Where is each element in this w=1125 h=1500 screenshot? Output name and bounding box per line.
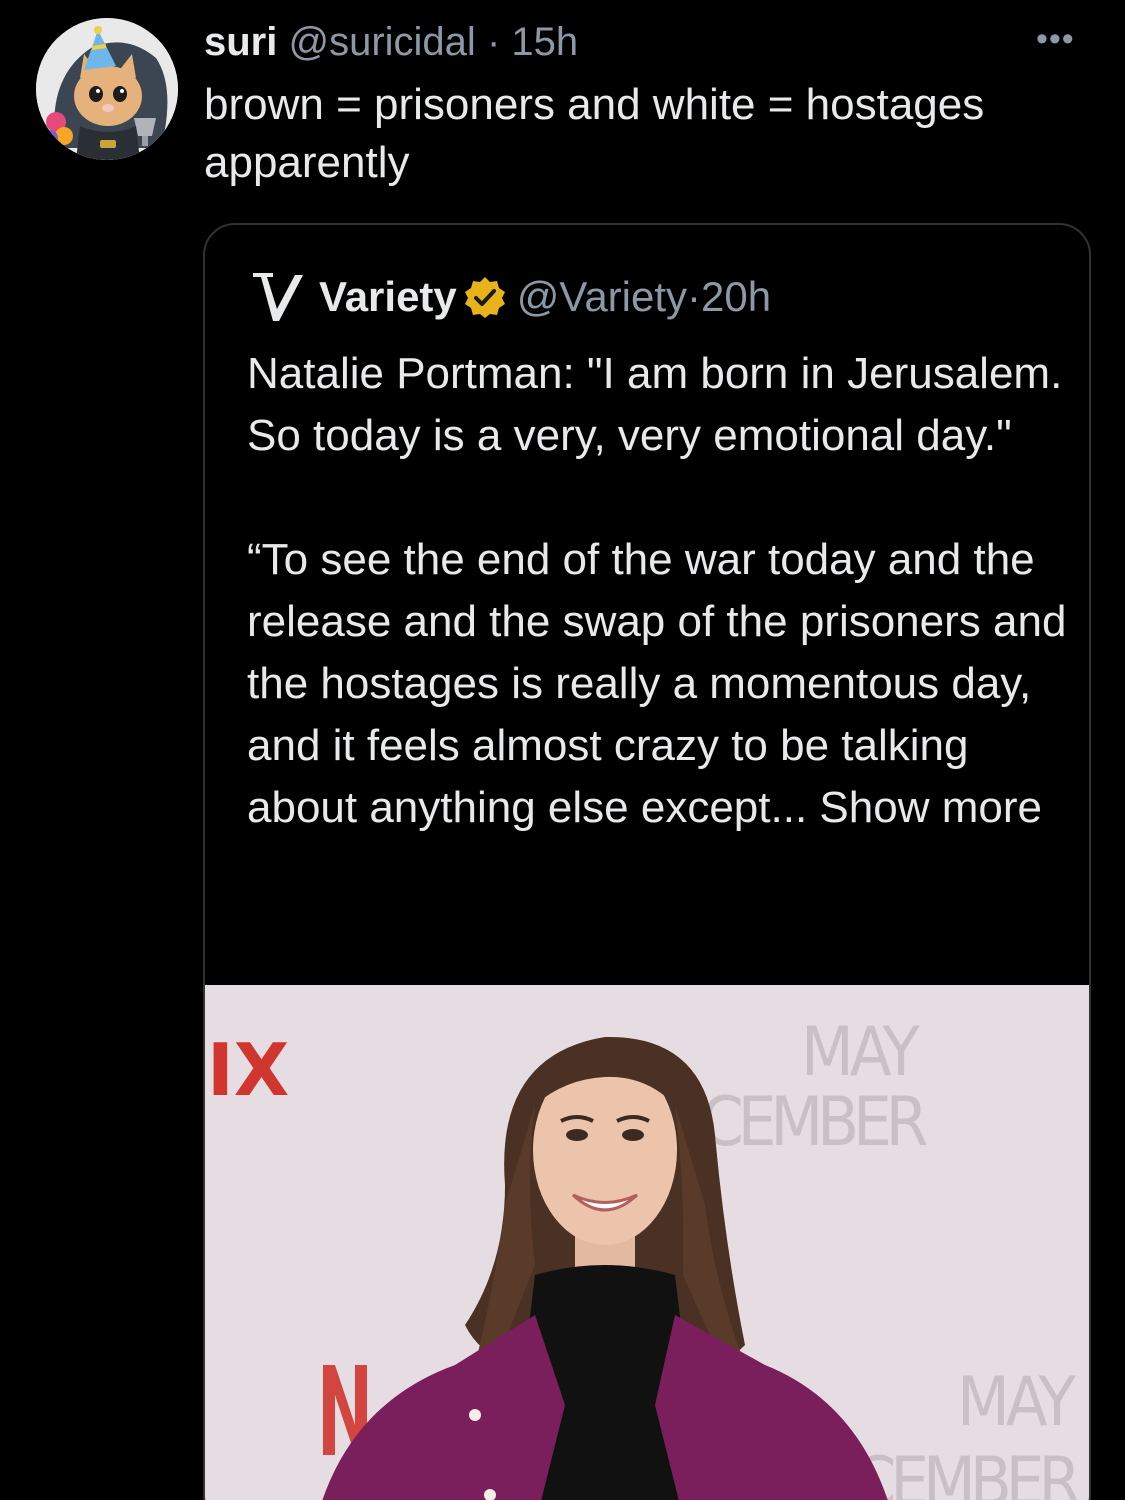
tweet-timestamp[interactable]: 15h: [511, 20, 578, 64]
author-name[interactable]: suri: [204, 20, 277, 64]
show-more-link[interactable]: Show more: [819, 783, 1042, 832]
more-options-icon[interactable]: •••: [1036, 22, 1075, 56]
tweet-text: brown = prisoners and white = hostages a…: [204, 76, 1084, 192]
quoted-photo[interactable]: IX MAY CEMBER MAY ECEMBER: [205, 985, 1089, 1500]
quoted-timestamp[interactable]: 20h: [701, 269, 771, 325]
backdrop-text-bottom-1: MAY: [957, 1363, 1076, 1442]
backdrop-text-top-2: CEMBER: [701, 1083, 927, 1162]
quoted-tweet-text: Natalie Portman: "I am born in Jerusalem…: [247, 343, 1067, 839]
quoted-paragraph-1: Natalie Portman: "I am born in Jerusalem…: [247, 349, 1063, 460]
quoted-tweet-header: Variety @Variety · 20h: [249, 269, 771, 325]
backdrop-text-top-1: MAY: [801, 1013, 920, 1092]
quoted-author-handle[interactable]: @Variety: [517, 269, 687, 325]
cat-avatar-icon: [36, 18, 178, 160]
quoted-author-name[interactable]: Variety: [319, 269, 457, 325]
tweet-screen: suri @suricidal · 15h ••• brown = prison…: [0, 0, 1125, 1500]
author-handle[interactable]: @suricidal: [288, 20, 475, 64]
backdrop-text-left: IX: [207, 1028, 289, 1112]
tweet-text-line: apparently: [204, 138, 410, 187]
verified-badge-icon: [464, 277, 505, 318]
tweet-header: suri @suricidal · 15h: [204, 16, 578, 68]
separator-dot: ·: [486, 20, 501, 64]
separator-dot: ·: [687, 273, 702, 320]
red-carpet-photo: IX MAY CEMBER MAY ECEMBER: [205, 985, 1089, 1500]
quoted-tweet-card[interactable]: Variety @Variety · 20h Natalie Portman: …: [203, 223, 1091, 1500]
author-avatar[interactable]: [36, 18, 178, 160]
tweet-text-line: brown = prisoners and white = hostages: [204, 80, 985, 129]
variety-logo-icon: [253, 273, 303, 321]
quoted-paragraph-2: “To see the end of the war today and the…: [247, 529, 1067, 839]
